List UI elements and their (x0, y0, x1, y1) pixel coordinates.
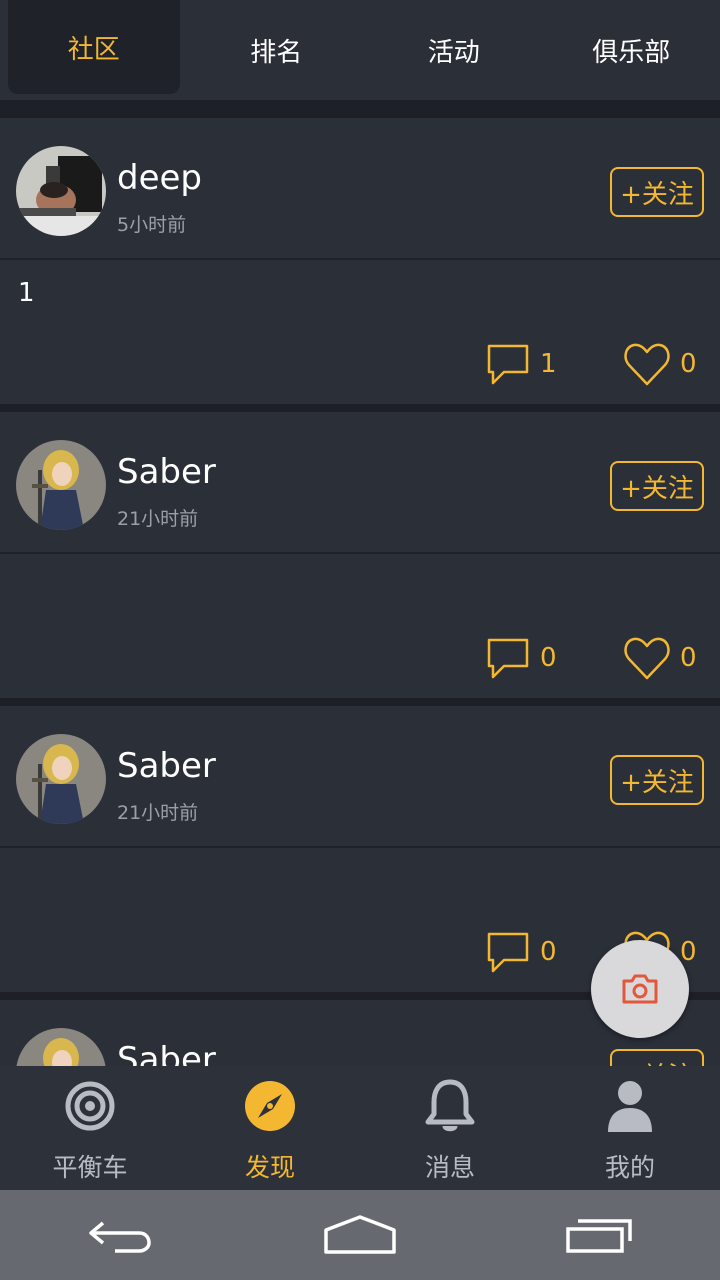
tab-club[interactable]: 俱乐部 (543, 0, 720, 100)
recents-icon (566, 1219, 632, 1253)
nav-label: 平衡车 (52, 1153, 128, 1182)
tab-community[interactable]: 社区 (8, 0, 180, 94)
comment-icon (487, 638, 529, 679)
post-header: Saber 21小时前 +关注 (0, 412, 720, 554)
follow-button[interactable]: +关注 (610, 167, 704, 217)
avatar[interactable] (16, 440, 106, 530)
post-time: 21小时前 (117, 802, 199, 824)
nav-label: 发现 (244, 1153, 295, 1182)
like-button[interactable]: 0 (622, 340, 697, 388)
nav-me[interactable]: 我的 (540, 1066, 720, 1190)
username[interactable]: Saber (117, 746, 216, 786)
post-feed[interactable]: deep 5小时前 +关注 1 1 0 Saber 21小时前 +关注 0 0 … (0, 118, 720, 1066)
camera-icon (622, 974, 658, 1004)
heart-icon (624, 637, 670, 680)
back-icon (89, 1221, 151, 1253)
tab-activity[interactable]: 活动 (365, 0, 542, 100)
post-body[interactable]: 1 1 0 (0, 260, 720, 404)
nav-messages[interactable]: 消息 (360, 1066, 540, 1190)
avatar[interactable] (16, 734, 106, 824)
top-tab-bar: 社区 排名 活动 俱乐部 (0, 0, 720, 100)
comment-count: 0 (540, 937, 557, 967)
compass-icon (242, 1078, 298, 1134)
home-button[interactable] (300, 1205, 420, 1265)
divider (0, 100, 720, 118)
like-button[interactable]: 0 (622, 634, 697, 682)
like-count: 0 (680, 937, 697, 967)
avatar[interactable] (16, 146, 106, 236)
camera-button[interactable] (591, 940, 689, 1038)
follow-button[interactable]: +关注 (610, 1049, 704, 1066)
comment-count: 1 (540, 349, 557, 379)
follow-button[interactable]: +关注 (610, 755, 704, 805)
post-text: 1 (18, 278, 35, 308)
system-nav-bar (0, 1190, 720, 1280)
comment-button[interactable]: 0 (484, 928, 557, 976)
follow-button[interactable]: +关注 (610, 461, 704, 511)
username[interactable]: deep (117, 158, 202, 198)
recents-button[interactable] (540, 1205, 660, 1265)
post-body[interactable]: 0 0 (0, 554, 720, 698)
avatar[interactable] (16, 1028, 106, 1066)
post-time: 5小时前 (117, 214, 187, 236)
bottom-nav: 平衡车 发现 消息 我的 (0, 1066, 720, 1190)
nav-label: 消息 (424, 1153, 475, 1182)
username[interactable]: Saber (117, 452, 216, 492)
post-time: 21小时前 (117, 508, 199, 530)
bell-icon (422, 1078, 478, 1134)
nav-label: 我的 (604, 1153, 655, 1182)
like-count: 0 (680, 349, 697, 379)
nav-balance-car[interactable]: 平衡车 (0, 1066, 180, 1190)
post-header: deep 5小时前 +关注 (0, 118, 720, 260)
person-icon (602, 1078, 658, 1134)
heart-icon (624, 343, 670, 386)
post-header: Saber 21小时前 +关注 (0, 706, 720, 848)
username[interactable]: Saber (117, 1040, 216, 1066)
like-count: 0 (680, 643, 697, 673)
nav-discover[interactable]: 发现 (180, 1066, 360, 1190)
comment-icon (487, 344, 529, 385)
comment-count: 0 (540, 643, 557, 673)
comment-icon (487, 932, 529, 973)
post-card[interactable]: deep 5小时前 +关注 1 1 0 (0, 118, 720, 412)
home-icon (324, 1215, 396, 1254)
back-button[interactable] (60, 1205, 180, 1265)
comment-button[interactable]: 0 (484, 634, 557, 682)
target-icon (62, 1078, 118, 1134)
post-card[interactable]: Saber 21小时前 +关注 0 0 (0, 412, 720, 706)
comment-button[interactable]: 1 (484, 340, 557, 388)
tab-ranking[interactable]: 排名 (188, 0, 365, 100)
